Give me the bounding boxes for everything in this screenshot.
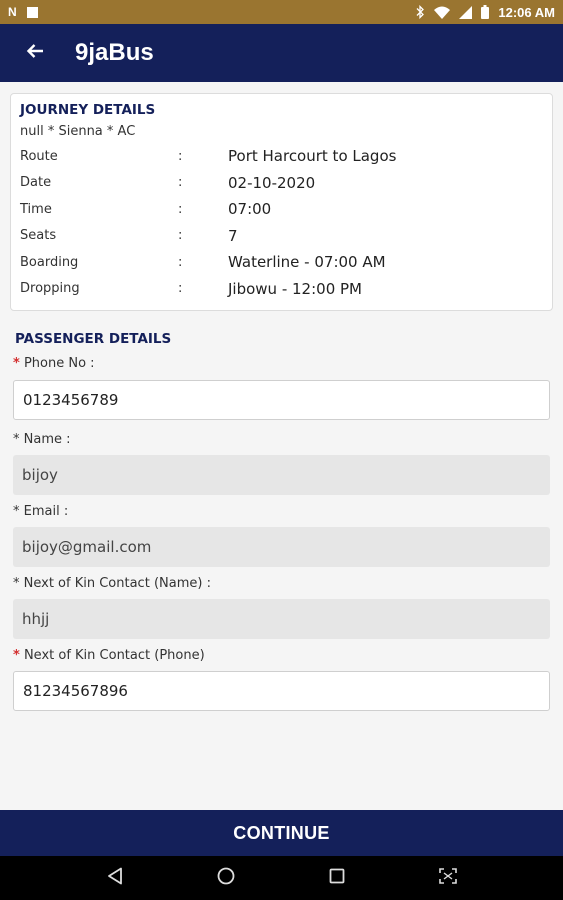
journey-label: Route bbox=[20, 148, 58, 164]
phone-label-text: Phone No : bbox=[23, 356, 95, 371]
kin-name-label: * Next of Kin Contact (Name) : bbox=[13, 576, 211, 591]
kin-phone-input[interactable]: 81234567896 bbox=[13, 671, 550, 711]
journey-value: 7 bbox=[228, 226, 238, 245]
journey-row-dropping: Dropping : Jibowu - 12:00 PM bbox=[20, 276, 543, 303]
name-input[interactable]: bijoy bbox=[13, 455, 550, 495]
name-label: * Name : bbox=[13, 432, 71, 447]
phone-label: * Phone No : bbox=[13, 356, 95, 371]
arrow-back-icon bbox=[26, 43, 44, 64]
journey-label: Time bbox=[20, 201, 52, 217]
journey-details-title: JOURNEY DETAILS bbox=[20, 102, 156, 118]
nav-screenshot-button[interactable] bbox=[428, 858, 468, 898]
nav-back-button[interactable] bbox=[95, 858, 135, 898]
journey-colon: : bbox=[178, 148, 183, 164]
journey-row-time: Time : 07:00 bbox=[20, 196, 543, 223]
journey-colon: : bbox=[178, 228, 183, 244]
status-time: 12:06 AM bbox=[498, 4, 555, 20]
nav-recents-button[interactable] bbox=[317, 858, 357, 898]
navigation-bar bbox=[0, 856, 563, 900]
journey-value: 02-10-2020 bbox=[228, 173, 316, 192]
kin-name-label-text: Next of Kin Contact (Name) : bbox=[23, 576, 211, 591]
back-triangle-icon bbox=[107, 867, 123, 890]
email-label-text: Email : bbox=[23, 504, 69, 519]
journey-colon: : bbox=[178, 175, 183, 191]
email-input[interactable]: bijoy@gmail.com bbox=[13, 527, 550, 567]
email-label: * Email : bbox=[13, 504, 68, 519]
journey-row-seats: Seats : 7 bbox=[20, 223, 543, 250]
bluetooth-icon bbox=[416, 5, 425, 19]
journey-label: Boarding bbox=[20, 254, 79, 270]
screenshot-icon bbox=[438, 867, 457, 889]
app-bar: 9jaBus bbox=[0, 24, 563, 82]
required-mark: * bbox=[13, 432, 20, 447]
required-mark: * bbox=[13, 504, 20, 519]
journey-label: Seats bbox=[20, 228, 57, 244]
back-button[interactable] bbox=[0, 24, 70, 82]
journey-label: Dropping bbox=[20, 281, 80, 297]
journey-row-date: Date : 02-10-2020 bbox=[20, 170, 543, 197]
journey-value: Waterline - 07:00 AM bbox=[228, 253, 386, 272]
required-mark: * bbox=[13, 356, 20, 371]
journey-value: Jibowu - 12:00 PM bbox=[228, 279, 362, 298]
journey-colon: : bbox=[178, 281, 183, 297]
required-mark: * bbox=[13, 648, 20, 663]
passenger-details-title: PASSENGER DETAILS bbox=[15, 331, 172, 347]
journey-row-route: Route : Port Harcourt to Lagos bbox=[20, 143, 543, 170]
signal-icon bbox=[459, 5, 473, 19]
kin-phone-label: * Next of Kin Contact (Phone) bbox=[13, 648, 205, 663]
journey-details-card: JOURNEY DETAILS null * Sienna * AC Route… bbox=[10, 93, 553, 311]
journey-row-boarding: Boarding : Waterline - 07:00 AM bbox=[20, 249, 543, 276]
recents-square-icon bbox=[329, 868, 345, 889]
wifi-icon bbox=[434, 6, 451, 19]
journey-colon: : bbox=[178, 254, 183, 270]
required-mark: * bbox=[13, 576, 20, 591]
journey-colon: : bbox=[178, 201, 183, 217]
journey-vehicle-info: null * Sienna * AC bbox=[20, 124, 136, 139]
journey-value: Port Harcourt to Lagos bbox=[228, 147, 397, 166]
kin-phone-label-text: Next of Kin Contact (Phone) bbox=[23, 648, 205, 663]
n-icon: N bbox=[8, 5, 17, 19]
phone-input[interactable]: 0123456789 bbox=[13, 380, 550, 420]
home-circle-icon bbox=[217, 867, 235, 890]
journey-value: 07:00 bbox=[228, 200, 272, 219]
continue-button[interactable]: CONTINUE bbox=[0, 810, 563, 856]
journey-label: Date bbox=[20, 175, 52, 191]
nav-home-button[interactable] bbox=[206, 858, 246, 898]
square-icon bbox=[26, 6, 38, 18]
kin-name-input[interactable]: hhjj bbox=[13, 599, 550, 639]
status-bar: N 12:06 AM bbox=[0, 0, 563, 24]
app-title: 9jaBus bbox=[75, 39, 154, 66]
battery-icon bbox=[481, 5, 490, 19]
name-label-text: Name : bbox=[23, 432, 71, 447]
